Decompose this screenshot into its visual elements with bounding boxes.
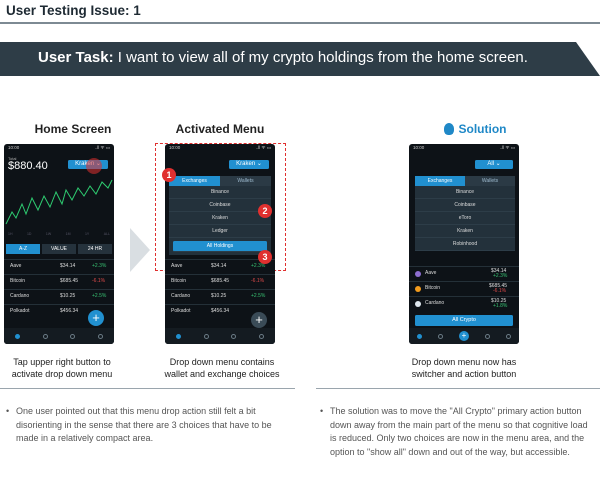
sort-value-tab[interactable]: VALUE [42, 244, 76, 254]
cardano-icon [415, 301, 421, 307]
wallet-icon[interactable] [438, 333, 443, 339]
menu-item-binance[interactable]: Binance [169, 186, 271, 199]
menu-item-coinbase[interactable]: Coinbase [415, 199, 515, 212]
sort-24h-tab[interactable]: 24 HR [78, 244, 112, 254]
add-button[interactable]: + [251, 312, 267, 328]
menu-item-robinhood[interactable]: Robinhood [415, 238, 515, 251]
settings-icon[interactable] [258, 333, 264, 339]
menu-item-etoro[interactable]: eToro [415, 212, 515, 225]
callout-badge-3: 3 [258, 250, 272, 264]
activated-menu-title: Activated Menu [175, 122, 265, 136]
status-bar: 10:00 ..ll ᯤ ▭ [8, 145, 110, 150]
status-bar: 10:00 ..ll ᯤ ▭ [169, 145, 271, 150]
home-icon[interactable] [417, 333, 422, 339]
dropdown-menu: Exchanges Wallets Binance Coinbase eToro … [415, 176, 515, 251]
menu-item-binance[interactable]: Binance [415, 186, 515, 199]
settings-icon[interactable] [506, 333, 511, 339]
wallet-icon[interactable] [42, 333, 48, 339]
tap-indicator [86, 158, 102, 174]
dropdown-menu: Exchanges Wallets Binance Coinbase Kraken… [169, 176, 271, 255]
solution-caption: Drop down menu now has switcher and actio… [411, 357, 517, 379]
holding-row[interactable]: Cardano $10.25 +2.5% [4, 289, 114, 303]
arrow-right-icon [130, 228, 150, 272]
all-crypto-button[interactable]: All Crypto [415, 315, 513, 326]
sort-az-tab[interactable]: A-Z [6, 244, 40, 254]
issue-note: • One user pointed out that this menu dro… [6, 406, 272, 443]
clock-icon[interactable] [231, 333, 237, 339]
home-icon[interactable] [176, 333, 182, 339]
tab-wallets[interactable]: Wallets [465, 176, 515, 186]
menu-item-coinbase[interactable]: Coinbase [169, 199, 271, 212]
lightbulb-icon [443, 123, 454, 135]
home-icon[interactable] [15, 333, 21, 339]
aave-icon [415, 271, 421, 277]
task-text: User Task: I want to view all of my cryp… [38, 49, 528, 66]
holding-row[interactable]: Aave $34.14 +2.3% [4, 259, 114, 273]
bitcoin-icon [415, 286, 421, 292]
time-range-ticks: 1H 1D 1W 1M 1Y ALL [8, 232, 110, 236]
wallet-icon[interactable] [203, 333, 209, 339]
exchange-dropdown-button[interactable]: Kraken ⌄ [229, 160, 269, 169]
solution-note: • The solution was to move the "All Crypt… [320, 406, 588, 457]
home-caption: Tap upper right button to activate drop d… [11, 357, 113, 379]
status-bar: 10:00 ..ll ᯤ ▭ [413, 145, 515, 150]
divider [0, 22, 600, 24]
sort-tabs: A-Z VALUE 24 HR [6, 244, 112, 254]
solution-title: Solution [420, 122, 530, 136]
menu-item-ledger[interactable]: Ledger [169, 225, 271, 238]
page-title: User Testing Issue: 1 [6, 3, 141, 18]
callout-badge-2: 2 [258, 204, 272, 218]
menu-item-kraken[interactable]: Kraken [415, 225, 515, 238]
holding-row[interactable]: Bitcoin $685.45 -6.1% [409, 281, 519, 296]
total-value: $880.40 [8, 160, 48, 172]
divider [0, 388, 295, 389]
tab-exchanges[interactable]: Exchanges [169, 176, 220, 186]
all-holdings-button[interactable]: All Holdings [173, 241, 267, 252]
filter-dropdown-button[interactable]: All ⌄ [475, 160, 513, 169]
holding-row[interactable]: Bitcoin $685.45 -6.1% [4, 274, 114, 288]
home-screen-title: Home Screen [34, 122, 112, 136]
bottom-nav: + [409, 328, 519, 344]
holding-row[interactable]: Bitcoin $685.45 -6.1% [165, 274, 275, 288]
callout-badge-1: 1 [162, 168, 176, 182]
holding-row[interactable]: Cardano $10.25 +2.5% [165, 289, 275, 303]
solution-phone: 10:00 ..ll ᯤ ▭ All ⌄ Exchanges Wallets Bin… [409, 144, 519, 344]
bottom-nav [4, 328, 114, 344]
holding-row[interactable]: Cardano $10.25 +1.8% [409, 296, 519, 311]
clock-icon[interactable] [485, 333, 490, 339]
menu-item-kraken[interactable]: Kraken [169, 212, 271, 225]
tab-exchanges[interactable]: Exchanges [415, 176, 465, 186]
add-button[interactable]: + [459, 331, 469, 341]
home-screen-phone: 10:00..ll ᯤ ▭ Total $880.40 Kraken ⌄ 1H1… [4, 144, 114, 344]
bottom-nav [165, 328, 275, 344]
holding-row[interactable]: Aave $34.14 +2.3% [409, 266, 519, 281]
divider [316, 388, 600, 389]
price-chart [5, 179, 113, 225]
menu-caption: Drop down menu contains wallet and exchan… [164, 357, 280, 379]
activated-menu-phone: 10:00 ..ll ᯤ ▭ Kraken ⌄ Exchanges Wallets … [165, 144, 275, 344]
clock-icon[interactable] [70, 333, 76, 339]
tab-wallets[interactable]: Wallets [220, 176, 271, 186]
add-button[interactable]: + [88, 310, 104, 326]
settings-icon[interactable] [97, 333, 103, 339]
